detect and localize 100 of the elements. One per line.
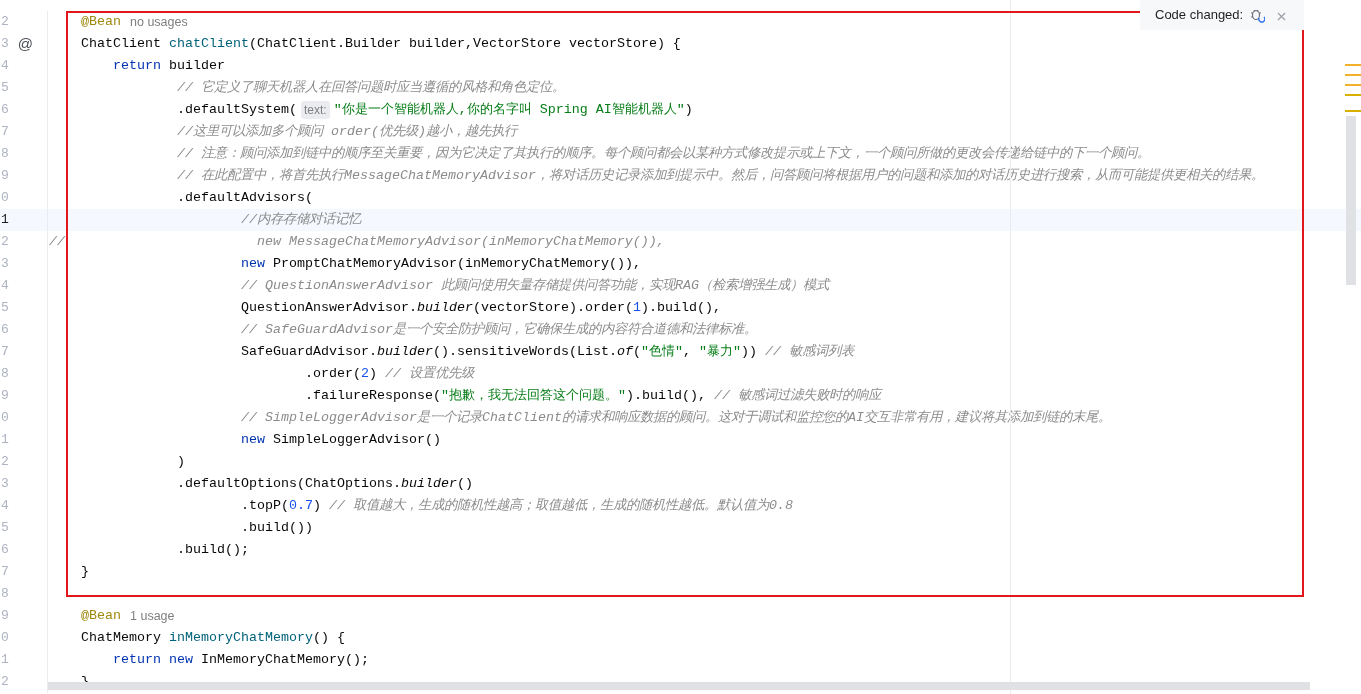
code-text: SafeGuardAdvisor. — [240, 343, 377, 361]
comment-text: // 敏感词过滤失败时的响应 — [713, 387, 881, 405]
keyword: return — [113, 57, 161, 75]
string-literal: "色情" — [640, 343, 683, 361]
code-text: ) — [177, 453, 185, 471]
bug-reload-icon[interactable] — [1249, 7, 1266, 23]
code-text: ( — [632, 343, 641, 361]
keyword: new — [240, 255, 265, 273]
line-number: 9 — [1, 167, 9, 186]
keyword: return — [113, 651, 161, 669]
horizontal-scrollbar[interactable] — [48, 682, 1310, 690]
number-literal: 0.7 — [288, 497, 313, 515]
string-literal: "暴力" — [698, 343, 741, 361]
comment-text: // 设置优先级 — [384, 365, 474, 383]
code-text: .build()) — [240, 519, 313, 537]
line-number: 9 — [1, 607, 9, 626]
line-number: 3 — [1, 35, 9, 54]
line-number: 6 — [1, 321, 9, 340]
annotation: @Bean — [81, 607, 121, 625]
method-call: builder — [376, 343, 433, 361]
line-number: 3 — [1, 255, 9, 274]
line-number: 6 — [1, 101, 9, 120]
code-text: ChatMemory — [81, 629, 162, 647]
code-text: ) — [684, 101, 693, 119]
keyword: new — [240, 431, 265, 449]
code-text: ).build(), — [625, 387, 707, 405]
code-text: ) — [368, 365, 378, 383]
line-number: 1 — [1, 211, 9, 230]
notification-text: Code changed: — [1155, 7, 1244, 23]
comment-text: // 它定义了聊天机器人在回答问题时应当遵循的风格和角色定位。 — [177, 79, 565, 97]
comment-text: // new MessageChatMemoryAdvisor(inMemoryChatMemory()), — [49, 233, 665, 251]
code-text: ).build(), — [640, 299, 721, 317]
method-name: chatClient — [169, 35, 249, 53]
method-call: of — [616, 343, 633, 361]
code-text: QuestionAnswerAdvisor. — [240, 299, 417, 317]
method-call: builder — [416, 299, 473, 317]
line-number: 2 — [1, 13, 9, 32]
comment-text: //内存存储对话记忆 — [240, 211, 361, 229]
vertical-scrollbar[interactable] — [1346, 116, 1356, 285]
comment-text: // 取值越大，生成的随机性越高；取值越低，生成的随机性越低。默认值为0.8 — [328, 497, 793, 515]
line-number: 1 — [1, 431, 9, 450]
code-text: .order( — [304, 365, 361, 383]
line-number: 6 — [1, 541, 9, 560]
line-number: 2 — [1, 233, 9, 252]
line-number: 0 — [1, 409, 9, 428]
string-literal: "抱歉，我无法回答这个问题。" — [440, 387, 626, 405]
comment-text: // 敏感词列表 — [764, 343, 854, 361]
method-call: builder — [400, 475, 457, 493]
code-text: InMemoryChatMemory(); — [200, 651, 369, 669]
line-number: 5 — [1, 79, 9, 98]
line-number: 4 — [1, 277, 9, 296]
code-text: , — [682, 343, 692, 361]
code-text: ) — [312, 497, 322, 515]
method-name: inMemoryChatMemory — [169, 629, 313, 647]
line-number: 5 — [1, 299, 9, 318]
override-marker[interactable]: @ — [17, 32, 34, 56]
code-text: () { — [312, 629, 345, 647]
code-text: .build(); — [177, 541, 249, 559]
annotation: @Bean — [81, 13, 121, 31]
line-number: 8 — [1, 585, 9, 604]
code-text: () — [456, 475, 473, 493]
code-text: )) — [740, 343, 758, 361]
line-number: 0 — [1, 629, 9, 648]
number-literal: 1 — [632, 299, 641, 317]
code-text: .defaultSystem( — [177, 101, 297, 119]
usage-hint[interactable]: no usages — [130, 12, 188, 32]
number-literal: 2 — [360, 365, 369, 383]
code-text: .defaultAdvisors( — [177, 189, 313, 207]
line-number: 4 — [1, 497, 9, 516]
line-number: 7 — [1, 123, 9, 142]
code-text: .failureResponse( — [304, 387, 441, 405]
code-text: (ChatClient.Builder builder,VectorStore vectorStore) { — [248, 35, 681, 53]
code-text: builder — [168, 57, 225, 75]
line-number: 3 — [1, 475, 9, 494]
usage-hint[interactable]: 1 usage — [130, 606, 175, 626]
line-number: 0 — [1, 189, 9, 208]
line-number: 2 — [1, 453, 9, 472]
string-literal: "你是一个智能机器人,你的名字叫 Spring AI智能机器人" — [333, 101, 685, 119]
code-text: ChatClient — [81, 35, 162, 53]
line-number: 1 — [1, 651, 9, 670]
comment-text: //这里可以添加多个顾问 order(优先级)越小，越先执行 — [177, 123, 517, 141]
line-number: 7 — [1, 563, 9, 582]
code-text: .defaultOptions(ChatOptions. — [177, 475, 401, 493]
code-text: } — [81, 563, 89, 581]
comment-text: // SimpleLoggerAdvisor是一个记录ChatClient的请求和响应数据的顾问。这对于调试和监控您的AI交互非常有用，建议将其添加到链的末尾。 — [240, 409, 1111, 427]
line-number: 2 — [1, 673, 9, 692]
code-text: PromptChatMemoryAdvisor(inMemoryChatMemory()), — [271, 255, 641, 273]
line-number: 7 — [1, 343, 9, 362]
inlay-hint: text: — [300, 101, 330, 119]
comment-text: // QuestionAnswerAdvisor 此顾问使用矢量存储提供问答功能，实现RAG（检索增强生成）模式 — [240, 277, 829, 295]
code-text: SimpleLoggerAdvisor() — [271, 431, 441, 449]
line-number: 8 — [1, 365, 9, 384]
comment-text: // SafeGuardAdvisor是一个安全防护顾问，它确保生成的内容符合道德和法律标准。 — [240, 321, 757, 339]
line-number: 4 — [1, 57, 9, 76]
code-text: ().sensitiveWords(List. — [432, 343, 617, 361]
keyword: new — [168, 651, 193, 669]
line-number: 9 — [1, 387, 9, 406]
line-number: 5 — [1, 519, 9, 538]
line-number: 8 — [1, 145, 9, 164]
code-text: .topP( — [240, 497, 289, 515]
